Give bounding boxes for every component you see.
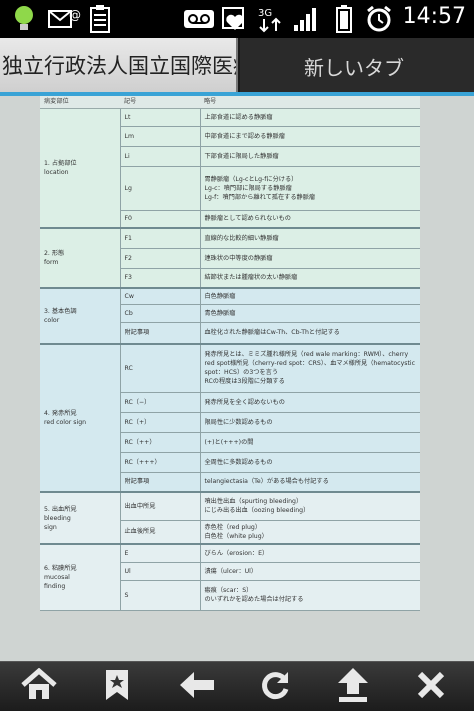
code-cell: F3	[120, 268, 201, 289]
bookmark-button[interactable]	[94, 668, 140, 706]
description-cell: 限局性に少数認めるもの	[200, 412, 420, 433]
description-cell: (+)と(+++)の間	[200, 432, 420, 453]
code-cell: S	[120, 580, 201, 611]
table-header: 略号	[200, 96, 420, 109]
description-cell: 潰瘍（ulcer：Ul）	[200, 562, 420, 581]
category-cell: 4. 発赤所見 red color sign	[40, 343, 121, 493]
svg-text:3G: 3G	[258, 8, 272, 19]
code-cell: 止血後所見	[120, 520, 201, 545]
alarm-clock-icon	[364, 5, 394, 33]
code-cell: RC（+）	[120, 412, 201, 433]
tab-title: 独立行政法人国立国際医療	[2, 54, 238, 78]
code-cell: 附記事項	[120, 322, 201, 345]
clipboard-icon	[86, 5, 114, 33]
code-cell: Lg	[120, 166, 201, 211]
table-row: 2. 形態 form F1 直線的な比較的細い静脈瘤	[40, 227, 420, 289]
web-page-content[interactable]: 病変部位 記号 略号 1. 占拠部位 location Lt 上部食道に認める静脈瘤…	[0, 96, 474, 661]
table-header: 病変部位	[40, 96, 120, 109]
battery-icon	[334, 5, 354, 33]
table-row: 1. 占拠部位 location Lt 上部食道に認める静脈瘤	[40, 108, 420, 229]
back-button[interactable]	[174, 668, 220, 706]
table-row: 3. 基本色調 color Cw 白色静脈瘤	[40, 287, 420, 345]
code-cell: E	[120, 543, 201, 563]
category-cell: 2. 形態 form	[40, 227, 121, 289]
description-cell: びらん（erosion：E）	[200, 543, 420, 563]
bookmark-icon	[104, 668, 130, 706]
description-cell: 白色静脈瘤	[200, 287, 420, 305]
table-header: 記号	[120, 96, 200, 109]
description-cell: telangiectasia（Te）がある場合も付記する	[200, 472, 420, 493]
clock-time: 14:57	[402, 4, 466, 29]
table-row: 6. 粘膜所見 mucosal finding E びらん（erosion：E）	[40, 543, 420, 611]
description-cell: 胃静脈瘤（Lg-cとLg-fに分ける） Lg-c：噴門部に限局する静脈瘤 Lg-…	[200, 166, 420, 211]
signal-strength-icon	[292, 5, 318, 33]
description-cell: 瘢痕（scar：S） のいずれかを認めた場合は付記する	[200, 580, 420, 611]
home-button[interactable]	[16, 667, 62, 706]
code-cell: Lm	[120, 126, 201, 147]
description-cell: 全周性に多数認めるもの	[200, 452, 420, 473]
code-cell: RC（−）	[120, 392, 201, 413]
category-cell: 3. 基本色調 color	[40, 287, 121, 345]
description-cell: 赤色栓（red plug） 白色栓（white plug）	[200, 520, 420, 545]
mail-notification-icon: @	[46, 5, 82, 33]
code-cell: 附記事項	[120, 472, 201, 493]
tab-active[interactable]: 独立行政法人国立国際医療	[0, 38, 238, 92]
svg-text:@: @	[69, 8, 81, 22]
browser-toolbar	[0, 661, 474, 711]
code-cell: Ul	[120, 562, 201, 581]
table-row: 4. 発赤所見 red color sign RC 発赤所見とは、ミミズ腫れ様所見（…	[40, 343, 420, 493]
table-body: 1. 占拠部位 location Lt 上部食道に認める静脈瘤 Lm 中部食道にまで認め…	[40, 108, 420, 611]
description-cell: 血栓化された静脈瘤はCw-Th、Cb-Thと付記する	[200, 322, 420, 345]
description-cell: 発赤所見とは、ミミズ腫れ様所見（red wale marking：RWM）、ch…	[200, 343, 420, 393]
code-cell: Li	[120, 146, 201, 167]
code-cell: F0	[120, 210, 201, 229]
upload-icon	[337, 667, 369, 707]
description-cell: 連珠状の中等度の静脈瘤	[200, 248, 420, 269]
tab-title: 新しいタブ	[304, 56, 404, 80]
upload-button[interactable]	[330, 668, 376, 706]
heart-notification-icon	[220, 5, 250, 33]
description-cell: 直線的な比較的細い静脈瘤	[200, 227, 420, 249]
network-3g-icon: 3G	[256, 5, 284, 33]
description-cell: 青色静脈瘤	[200, 304, 420, 323]
voicemail-icon	[182, 5, 216, 33]
code-cell: RC（++）	[120, 432, 201, 453]
description-cell: 静脈瘤として認められないもの	[200, 210, 420, 229]
reload-icon	[258, 668, 292, 706]
varices-classification-table: 病変部位 記号 略号 1. 占拠部位 location Lt 上部食道に認める静脈瘤…	[40, 96, 420, 611]
browser-tab-bar: 独立行政法人国立国際医療 新しいタブ	[0, 38, 474, 94]
description-cell: 結節状または腫瘤状の太い静脈瘤	[200, 268, 420, 289]
table-row: 5. 出血所見 bleeding sign 出血中所見 噴出性出血（spurting…	[40, 491, 420, 545]
status-bar: @ 3G 14:57	[0, 0, 474, 38]
back-arrow-icon	[178, 670, 216, 704]
code-cell: Cw	[120, 287, 201, 305]
code-cell: F2	[120, 248, 201, 269]
close-icon	[416, 670, 446, 704]
code-cell: RC	[120, 343, 201, 393]
reload-button[interactable]	[252, 668, 298, 706]
description-cell: 発赤所見を全く認めないもの	[200, 392, 420, 413]
home-icon	[20, 667, 58, 706]
tab-new[interactable]: 新しいタブ	[240, 38, 474, 92]
code-cell: RC（+++）	[120, 452, 201, 473]
category-cell: 1. 占拠部位 location	[40, 108, 121, 229]
description-cell: 噴出性出血（spurting bleeding） にじみ出る出血（oozing …	[200, 491, 420, 521]
lightbulb-icon	[10, 5, 38, 33]
code-cell: Cb	[120, 304, 201, 323]
description-cell: 上部食道に認める静脈瘤	[200, 108, 420, 127]
table-header-row: 病変部位 記号 略号	[40, 96, 420, 109]
category-cell: 6. 粘膜所見 mucosal finding	[40, 543, 121, 611]
description-cell: 下部食道に限局した静脈瘤	[200, 146, 420, 167]
code-cell: 出血中所見	[120, 491, 201, 521]
code-cell: Lt	[120, 108, 201, 127]
code-cell: F1	[120, 227, 201, 249]
category-cell: 5. 出血所見 bleeding sign	[40, 491, 121, 545]
close-button[interactable]	[408, 668, 454, 706]
description-cell: 中部食道にまで認める静脈瘤	[200, 126, 420, 147]
